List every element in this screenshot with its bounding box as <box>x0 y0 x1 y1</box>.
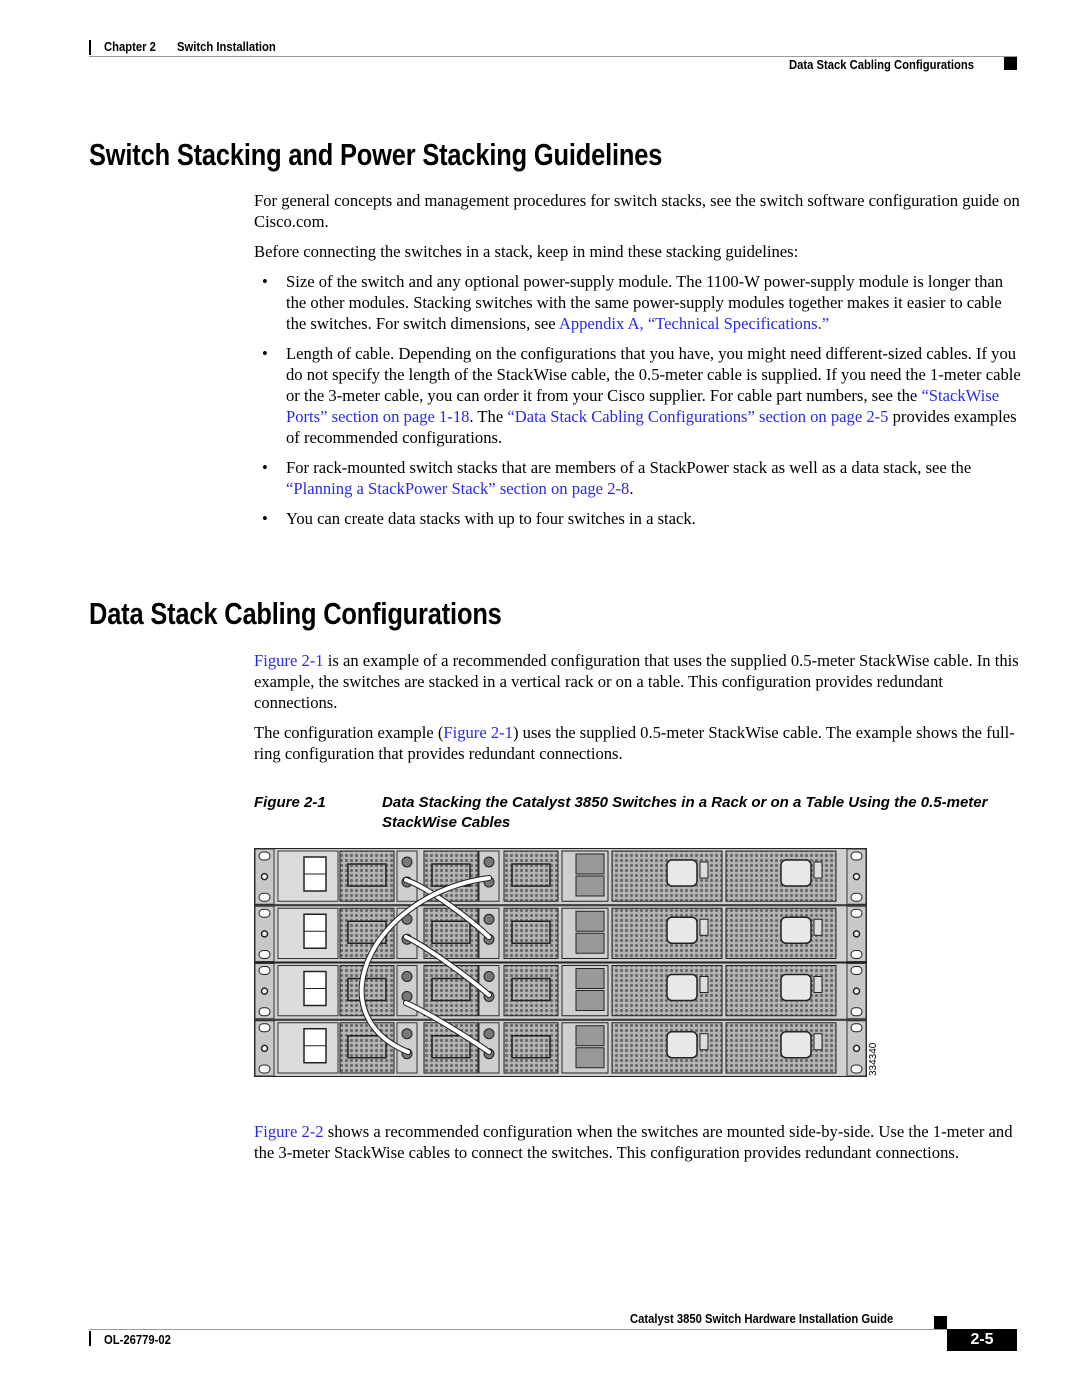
rack-ear-slot <box>258 908 271 918</box>
figure-number: Figure 2-1 <box>254 794 326 811</box>
ac-inlet <box>666 916 698 944</box>
rack-ear-slot <box>258 950 271 959</box>
stackwise-port <box>483 1028 495 1040</box>
list-item: • Size of the switch and any optional pow… <box>262 272 1004 333</box>
paragraph: Figure 2-1 is an example of a recommende… <box>254 651 1019 712</box>
rack-ear-hole <box>852 987 861 995</box>
uplink-port <box>575 910 605 932</box>
rack-ear-slot <box>850 966 863 975</box>
paragraph: The configuration example (Figure 2-1) u… <box>254 723 1015 763</box>
section-heading: Data Stack Cabling Configurations <box>89 596 502 631</box>
rack-ear-slot <box>258 1023 271 1033</box>
footer-guide-title: Catalyst 3850 Switch Hardware Installati… <box>630 1312 894 1326</box>
section-heading: Switch Stacking and Power Stacking Guide… <box>89 137 663 172</box>
section1-body: For general concepts and management proc… <box>254 190 1024 538</box>
rack-ear-hole <box>852 872 861 881</box>
ac-inlet <box>780 916 812 944</box>
ac-inlet <box>780 1031 812 1059</box>
uplink-port <box>575 853 605 875</box>
rack-ear-slot <box>850 908 863 918</box>
link-data-stack-cabling[interactable]: “Data Stack Cabling Configurations” sect… <box>507 407 888 426</box>
rack-ear-slot <box>258 966 271 975</box>
stackwise-port <box>401 856 413 868</box>
link-figure-2-2[interactable]: Figure 2-2 <box>254 1122 324 1141</box>
uplink-port <box>575 875 605 897</box>
rack-ear-slot <box>258 892 271 902</box>
stackwise-port <box>483 856 495 868</box>
header-section: Data Stack Cabling Configurations <box>789 58 975 72</box>
ac-inlet <box>780 859 812 887</box>
stackwise-port <box>401 1028 413 1040</box>
stackwise-port <box>483 913 495 925</box>
stackwise-port <box>401 991 413 1002</box>
uplink-port <box>575 1025 605 1047</box>
paragraph: Before connecting the switches in a stac… <box>254 242 799 261</box>
header-marker <box>1004 57 1017 70</box>
header-chapter: Chapter 2 <box>104 40 156 54</box>
rack-ear-hole <box>260 872 269 881</box>
rack-ear-hole <box>260 1044 269 1053</box>
list-item: • Length of cable. Depending on the confi… <box>262 344 1021 447</box>
list-item: • You can create data stacks with up to f… <box>262 509 696 528</box>
uplink-port <box>575 968 605 989</box>
rack-ear-hole <box>852 930 861 938</box>
footer-rule <box>89 1329 947 1330</box>
ac-inlet <box>666 1031 698 1059</box>
uplink-port <box>575 1047 605 1069</box>
rack-ear-hole <box>852 1044 861 1053</box>
rack-ear-slot <box>850 851 863 861</box>
rack-ear-slot <box>850 1064 863 1074</box>
ac-inlet <box>666 859 698 887</box>
footer-marker <box>934 1316 947 1329</box>
uplink-port <box>575 990 605 1011</box>
figure-id: 334340 <box>868 1042 879 1076</box>
rack-ear-hole <box>260 987 269 995</box>
header-rule <box>89 56 1017 57</box>
stackwise-port <box>483 971 495 982</box>
link-figure-2-1[interactable]: Figure 2-1 <box>254 651 324 670</box>
page-number: 2-5 <box>947 1329 1017 1351</box>
rack-ear-hole <box>260 930 269 938</box>
link-appendix-a[interactable]: Appendix A, “Technical Specifications.” <box>559 314 829 333</box>
guidelines-list: • Size of the switch and any optional pow… <box>254 271 1024 529</box>
section2-body: Figure 2-1 is an example of a recommende… <box>254 650 1024 773</box>
rack-ear-slot <box>850 950 863 959</box>
footer-bar <box>89 1331 91 1346</box>
stack-cabling-figure <box>254 848 867 1077</box>
list-item: • For rack-mounted switch stacks that are… <box>262 458 972 498</box>
paragraph: Figure 2-2 shows a recommended configura… <box>254 1122 1013 1162</box>
rack-ear-slot <box>850 1007 863 1017</box>
uplink-port <box>575 932 605 954</box>
figure-title: Data Stacking the Catalyst 3850 Switches… <box>382 794 988 831</box>
header-chapter-title: Switch Installation <box>177 40 276 54</box>
rack-ear-slot <box>850 892 863 902</box>
ac-inlet <box>780 973 812 1002</box>
rack-ear-slot <box>258 1064 271 1074</box>
paragraph: For general concepts and management proc… <box>254 191 1020 231</box>
footer-doc-number: OL-26779-02 <box>104 1333 171 1347</box>
header-bar <box>89 40 91 55</box>
link-figure-2-1[interactable]: Figure 2-1 <box>443 723 513 742</box>
stackwise-port <box>401 971 413 982</box>
rack-ear-slot <box>258 851 271 861</box>
rack-ear-slot <box>258 1007 271 1017</box>
rack-ear-slot <box>850 1023 863 1033</box>
section2-body-after: Figure 2-2 shows a recommended configura… <box>254 1121 1024 1172</box>
ac-inlet <box>666 973 698 1002</box>
link-planning-stackpower[interactable]: “Planning a StackPower Stack” section on… <box>286 479 629 498</box>
